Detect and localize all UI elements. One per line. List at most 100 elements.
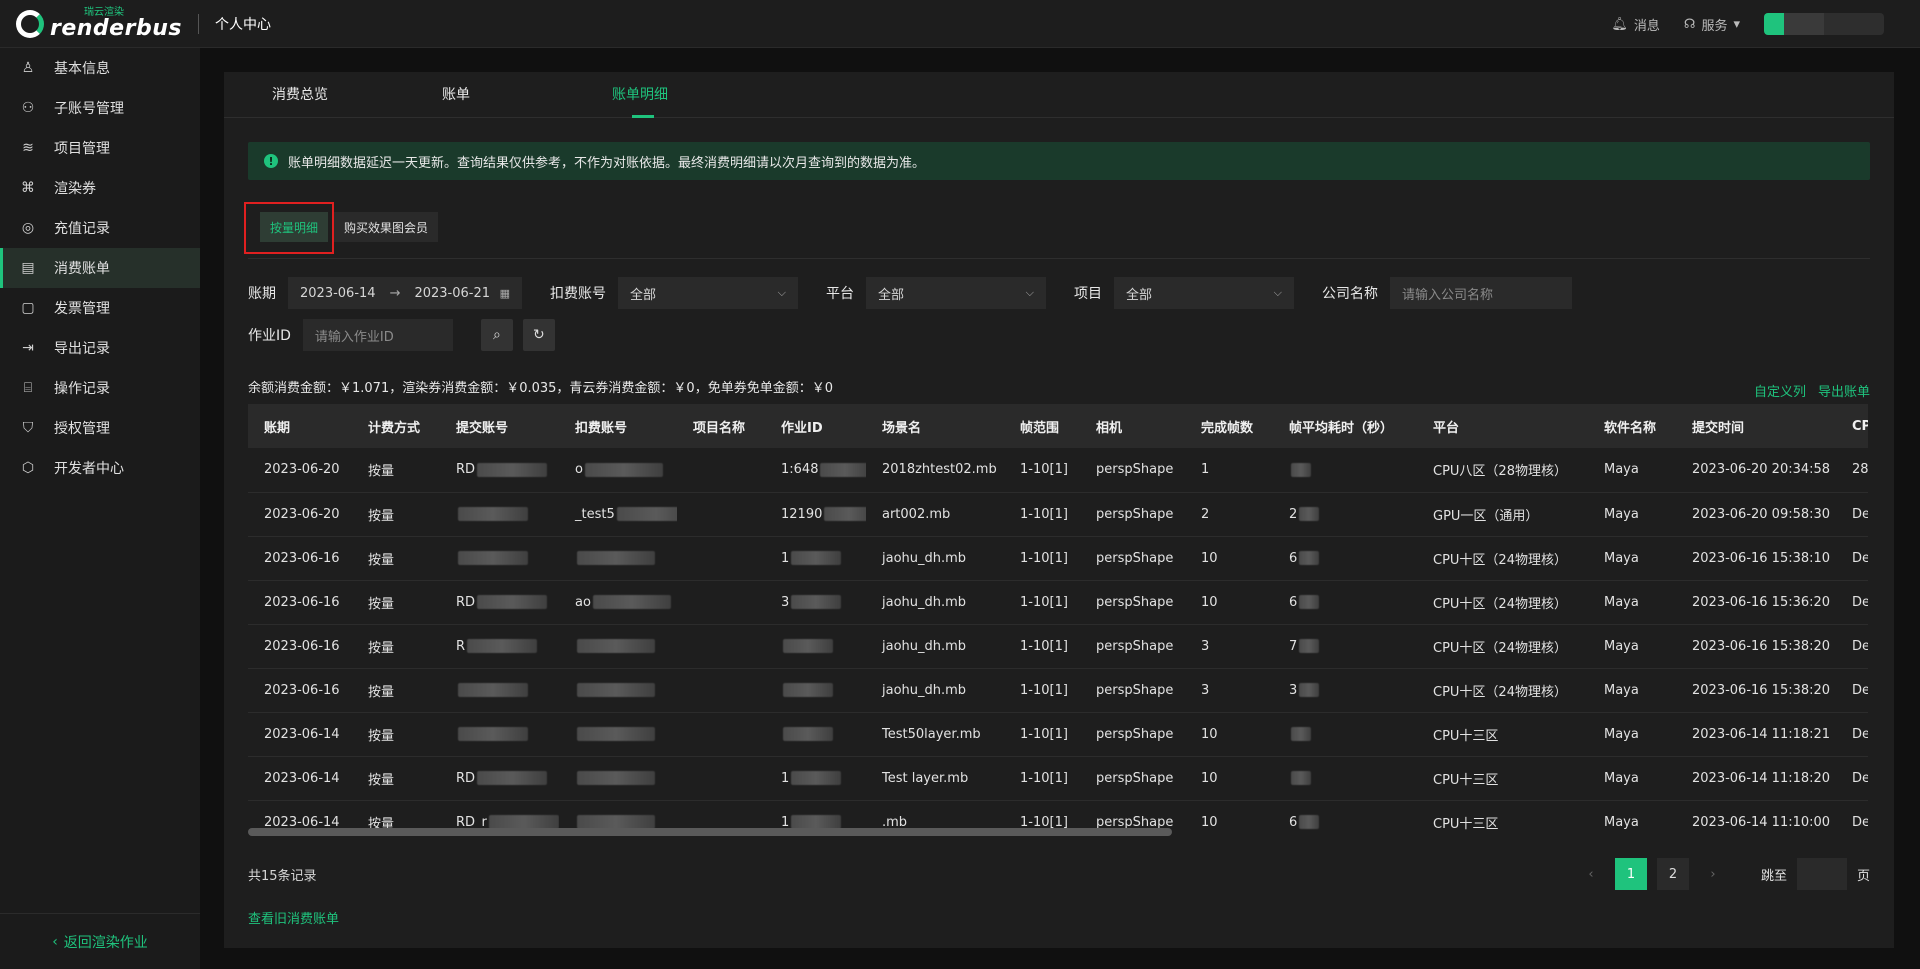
export-bill-link[interactable]: 导出账单	[1818, 381, 1870, 400]
sidebar-item-invoices[interactable]: ▢ 发票管理	[0, 288, 200, 328]
next-page-icon[interactable]: ›	[1699, 867, 1727, 882]
column-header: 项目名称	[677, 404, 765, 448]
table-row[interactable]: 2023-06-14 按量 RD 1 Test layer.mb 1-10[1] persp…	[248, 756, 1868, 801]
deduct-account-select[interactable]: 全部 ⌵	[618, 277, 798, 309]
back-label: 返回渲染作业	[63, 934, 148, 951]
table-cell: perspShape	[1080, 536, 1185, 581]
cell-text: 6	[1289, 550, 1298, 566]
table-cell: R	[440, 624, 559, 669]
invoice-icon: ▢	[21, 300, 35, 316]
page-2[interactable]: 2	[1656, 858, 1689, 890]
cell-text: _test5	[575, 506, 615, 522]
jump-page-input[interactable]	[1796, 858, 1847, 890]
table-row[interactable]: 2023-06-20 按量 RD o 1:648 2018zhtest02.mb 1-10[…	[248, 448, 1868, 493]
sidebar-item-developer[interactable]: ⬡ 开发者中心	[0, 448, 200, 488]
cell-text: CPU十区（24物理核）	[1433, 552, 1567, 568]
table-cell	[677, 580, 765, 625]
table-row[interactable]: 2023-06-16 按量 RD ao 3 jaohu_dh.mb 1-10[1] persp…	[248, 580, 1868, 625]
date-range-picker[interactable]: 2023-06-14 → 2023-06-21 ▦	[288, 277, 522, 309]
custom-columns-link[interactable]: 自定义列	[1754, 381, 1806, 400]
table-cell: 2023-06-16 15:38:20	[1676, 624, 1836, 669]
redacted-value	[577, 639, 655, 653]
project-select[interactable]: 全部 ⌵	[1114, 277, 1294, 309]
filter-row-2: 作业ID 请输入作业ID ⌕ ↻	[248, 319, 1894, 351]
platform-select[interactable]: 全部 ⌵	[866, 277, 1046, 309]
cell-text: 2023-06-20	[264, 506, 340, 522]
table-row[interactable]: 2023-06-14 按量 Test50layer.mb 1-10[1] perspSh…	[248, 712, 1868, 757]
horizontal-scrollbar[interactable]	[248, 828, 1172, 836]
layers-icon: ≋	[22, 140, 34, 156]
sidebar-item-bills[interactable]: ▤ 消费账单	[0, 248, 200, 288]
deduct-account-label: 扣费账号	[550, 286, 606, 302]
page-1[interactable]: 1	[1614, 858, 1647, 890]
cell-text: 10	[1201, 594, 1218, 610]
cell-text: 7	[1289, 638, 1298, 654]
calendar-icon: ▦	[499, 286, 510, 300]
subtab-membership[interactable]: 购买效果图会员	[334, 212, 439, 242]
sidebar-item-recharge[interactable]: ◎ 充值记录	[0, 208, 200, 248]
message-button[interactable]: 🔔︎ 消息	[1611, 15, 1660, 34]
cell-text: jaohu_dh.mb	[882, 594, 967, 610]
bill-icon: ▤	[21, 260, 35, 276]
table-cell: Maya	[1588, 756, 1676, 801]
tabs: 消费总览 账单 账单明细	[224, 72, 1894, 118]
cell-text: Maya	[1604, 770, 1639, 786]
section-title: 个人中心	[214, 16, 271, 33]
sidebar-item-projects[interactable]: ≋ 项目管理	[0, 128, 200, 168]
cube-icon: ⬡	[21, 460, 35, 476]
cell-text: 按量	[368, 684, 395, 700]
old-bills-link[interactable]: 查看旧消费账单	[248, 908, 1894, 927]
sidebar-item-operations[interactable]: ⌸ 操作记录	[0, 368, 200, 408]
service-menu[interactable]: ☊ 服务 ▾	[1684, 15, 1740, 34]
table-cell: CPU十三区	[1417, 800, 1588, 836]
chevron-down-icon: ⌵	[1025, 286, 1034, 299]
table-cell: CPU十区（24物理核）	[1417, 536, 1588, 581]
cell-text: 3	[1201, 682, 1210, 698]
user-avatar[interactable]	[1764, 13, 1884, 35]
cell-text: 1-10[1]	[1020, 550, 1068, 566]
search-button[interactable]: ⌕	[480, 319, 513, 351]
job-id-input[interactable]: 请输入作业ID	[302, 319, 453, 351]
cell-text: Maya	[1604, 462, 1639, 478]
sidebar-item-exports[interactable]: ⇥ 导出记录	[0, 328, 200, 368]
sidebar-item-coupons[interactable]: ⌘ 渲染券	[0, 168, 200, 208]
tab-overview[interactable]: 消费总览	[272, 72, 442, 118]
table-cell	[677, 712, 765, 757]
column-header: 计费方式	[352, 404, 440, 448]
redacted-value	[1299, 639, 1320, 653]
sidebar-item-sub-accounts[interactable]: ⚇ 子账号管理	[0, 88, 200, 128]
sidebar-item-authorization[interactable]: ⛉ 授权管理	[0, 408, 200, 448]
redacted-value	[477, 462, 548, 477]
main-panel: 消费总览 账单 账单明细 ! 账单明细数据延迟一天更新。查询结果仅供参考，不作为…	[224, 72, 1894, 948]
cell-text: o	[575, 462, 583, 478]
logo-text: renderbus	[50, 15, 182, 41]
summary-row: 余额消费金额：￥1.071，渲染券消费金额：￥0.035，青云券消费金额：￥0，…	[248, 377, 1870, 400]
prev-page-icon[interactable]: ‹	[1577, 867, 1605, 882]
cell-text: De	[1852, 682, 1868, 698]
sidebar: ♙ 基本信息 ⚇ 子账号管理 ≋ 项目管理 ⌘ 渲染券 ◎ 充值记录 ▤ 消费账单 ▢ 发票管…	[0, 48, 200, 969]
tab-bills[interactable]: 账单	[442, 72, 612, 118]
cell-text: 按量	[368, 640, 395, 656]
table-row[interactable]: 2023-06-16 按量 Rjaohu_dh.mb 1-10[1] perspShap…	[248, 624, 1868, 669]
redacted-value	[791, 595, 842, 609]
refresh-button[interactable]: ↻	[522, 319, 555, 351]
redacted-value	[1291, 771, 1311, 785]
cell-text: 1	[1201, 462, 1210, 478]
sidebar-item-label: 项目管理	[54, 141, 110, 157]
back-to-render-jobs[interactable]: ‹ 返回渲染作业	[0, 913, 200, 969]
table-row[interactable]: 2023-06-16 按量 1 jaohu_dh.mb 1-10[1] perspShap…	[248, 536, 1868, 581]
table-row[interactable]: 2023-06-20 按量 _test5 12190 art002.mb 1-10[1] p…	[248, 492, 1868, 537]
table-cell	[677, 756, 765, 801]
logo[interactable]: 瑞云渲染 renderbus	[16, 0, 182, 48]
company-input[interactable]: 请输入公司名称	[1390, 277, 1572, 309]
table-cell	[677, 624, 765, 669]
table-cell: 280	[1836, 448, 1868, 493]
table-cell: De	[1836, 492, 1868, 537]
sidebar-item-basic-info[interactable]: ♙ 基本信息	[0, 48, 200, 88]
tab-bill-details[interactable]: 账单明细	[612, 72, 782, 118]
bell-icon: 🔔︎	[1611, 16, 1628, 32]
sidebar-item-label: 充值记录	[54, 221, 110, 237]
table-row[interactable]: 2023-06-16 按量 jaohu_dh.mb 1-10[1] perspShape…	[248, 668, 1868, 713]
table-cell: ao	[559, 580, 677, 625]
redacted-value	[488, 815, 559, 829]
